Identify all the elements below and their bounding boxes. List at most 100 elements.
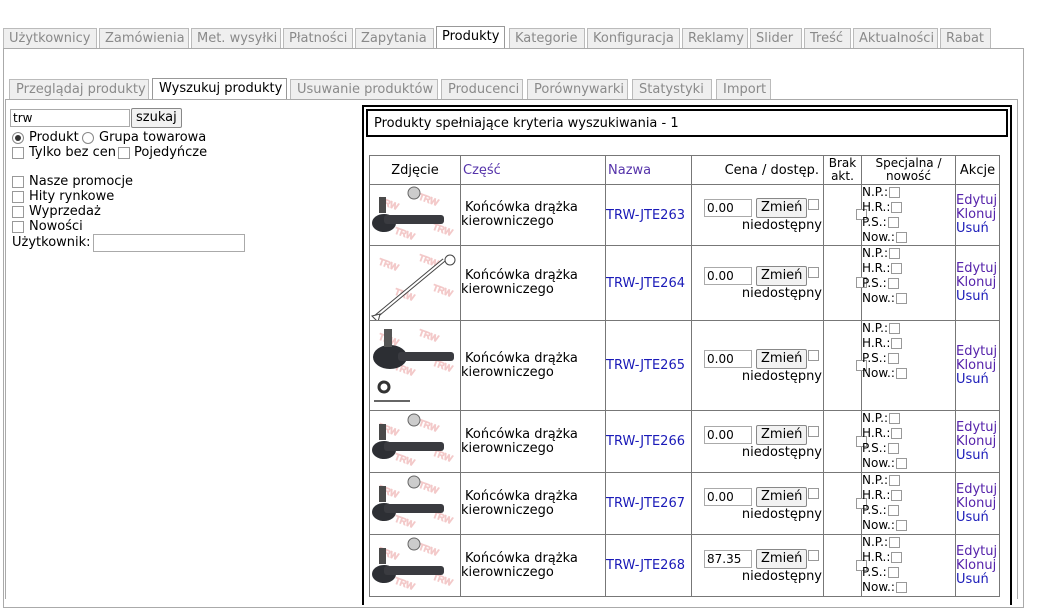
col-name[interactable]: Nazwa — [605, 155, 692, 185]
tab-5[interactable]: Produkty — [436, 26, 505, 49]
sub-tab-3[interactable]: Producenci — [441, 79, 523, 100]
availability-checkbox[interactable] — [808, 426, 819, 437]
special-checkbox[interactable] — [889, 413, 901, 424]
delete-link[interactable]: Usuń — [956, 222, 999, 236]
delete-link[interactable]: Usuń — [956, 510, 999, 525]
special-checkbox[interactable] — [889, 475, 901, 486]
product-image[interactable]: TRWTRWTRWTRW — [369, 410, 461, 473]
availability-checkbox[interactable] — [808, 550, 819, 561]
delete-link[interactable]: Usuń — [956, 372, 999, 387]
tab-2[interactable]: Met. wysyłki — [191, 28, 281, 48]
special-checkbox[interactable] — [889, 537, 901, 548]
product-name-link[interactable]: TRW-JTE268 — [606, 558, 685, 573]
special-checkbox[interactable] — [895, 232, 907, 243]
edit-link[interactable]: Edytuj — [956, 482, 999, 497]
product-name-link[interactable]: TRW-JTE264 — [606, 276, 685, 291]
search-input[interactable] — [10, 109, 130, 127]
special-checkbox[interactable] — [887, 505, 899, 516]
price-input[interactable] — [704, 488, 752, 506]
product-name-link[interactable]: TRW-JTE266 — [606, 434, 685, 449]
product-name-link[interactable]: TRW-JTE267 — [606, 496, 685, 511]
tab-11[interactable]: Aktualności — [853, 28, 938, 48]
delete-link[interactable]: Usuń — [956, 572, 999, 587]
clone-link[interactable]: Klonuj — [956, 358, 999, 373]
special-checkbox[interactable] — [891, 263, 903, 274]
edit-link[interactable]: Edytuj — [956, 262, 999, 276]
tab-8[interactable]: Reklamy — [682, 28, 748, 48]
search-button[interactable]: szukaj — [131, 108, 182, 128]
product-image[interactable]: TRWTRWTRWTRW — [369, 472, 461, 535]
special-checkbox[interactable] — [891, 490, 903, 501]
clone-link[interactable]: Klonuj — [956, 496, 999, 511]
special-checkbox[interactable] — [891, 552, 903, 563]
special-checkbox[interactable] — [889, 187, 901, 198]
edit-link[interactable]: Edytuj — [956, 544, 999, 559]
special-checkbox[interactable] — [895, 368, 907, 379]
tab-3[interactable]: Płatności — [283, 28, 353, 48]
sub-tab-4[interactable]: Porównywarki — [527, 79, 628, 100]
sub-tab-1[interactable]: Wyszukuj produkty — [152, 78, 287, 100]
sub-tab-5[interactable]: Statystyki — [632, 79, 712, 100]
product-name-link[interactable]: TRW-JTE265 — [606, 358, 685, 373]
sub-tab-2[interactable]: Usuwanie produktów — [290, 79, 438, 100]
availability-checkbox[interactable] — [808, 350, 819, 361]
sub-tab-6[interactable]: Import — [716, 79, 771, 100]
special-checkbox[interactable] — [887, 217, 899, 228]
change-button[interactable]: Zmień — [756, 549, 808, 569]
edit-link[interactable]: Edytuj — [956, 194, 999, 208]
clone-link[interactable]: Klonuj — [956, 276, 999, 290]
radio-group[interactable] — [82, 132, 94, 144]
change-button[interactable]: Zmień — [756, 487, 808, 507]
price-input[interactable] — [704, 267, 752, 285]
delete-link[interactable]: Usuń — [956, 448, 999, 463]
availability-checkbox[interactable] — [808, 199, 819, 210]
product-image[interactable]: TRWTRWTRWTRW — [369, 320, 461, 411]
change-button[interactable]: Zmień — [756, 266, 808, 286]
availability-checkbox[interactable] — [808, 488, 819, 499]
tab-9[interactable]: Slider — [750, 28, 802, 48]
tab-0[interactable]: Użytkownicy — [3, 28, 97, 48]
tab-4[interactable]: Zapytania — [355, 28, 434, 48]
filter-checkbox-sale[interactable] — [12, 206, 24, 218]
price-input[interactable] — [704, 350, 752, 368]
special-checkbox[interactable] — [889, 248, 901, 259]
change-button[interactable]: Zmień — [756, 349, 808, 369]
radio-product[interactable] — [12, 132, 24, 144]
special-checkbox[interactable] — [891, 202, 903, 213]
sub-tab-0[interactable]: Przeglądaj produkty — [9, 79, 149, 100]
tab-6[interactable]: Kategorie — [509, 28, 585, 48]
special-checkbox[interactable] — [887, 278, 899, 289]
special-checkbox[interactable] — [887, 443, 899, 454]
price-input[interactable] — [704, 550, 752, 568]
single-checkbox[interactable] — [118, 147, 130, 159]
col-part[interactable]: Część — [460, 155, 606, 185]
special-checkbox[interactable] — [895, 520, 907, 531]
special-checkbox[interactable] — [887, 353, 899, 364]
edit-link[interactable]: Edytuj — [956, 344, 999, 359]
tab-1[interactable]: Zamówienia — [99, 28, 189, 48]
user-input[interactable] — [93, 234, 245, 252]
special-checkbox[interactable] — [889, 323, 901, 334]
product-image[interactable]: TRWTRWTRWTRW — [369, 245, 461, 321]
filter-checkbox-promo[interactable] — [12, 176, 24, 188]
product-image[interactable]: TRWTRWTRWTRW — [369, 534, 461, 597]
delete-link[interactable]: Usuń — [956, 290, 999, 304]
special-checkbox[interactable] — [895, 582, 907, 593]
filter-checkbox-new[interactable] — [12, 221, 24, 233]
only-no-price-checkbox[interactable] — [12, 147, 24, 159]
special-checkbox[interactable] — [895, 458, 907, 469]
price-input[interactable] — [704, 426, 752, 444]
special-checkbox[interactable] — [891, 428, 903, 439]
change-button[interactable]: Zmień — [756, 198, 808, 218]
special-checkbox[interactable] — [895, 293, 907, 304]
special-checkbox[interactable] — [887, 567, 899, 578]
product-name-link[interactable]: TRW-JTE263 — [606, 208, 685, 223]
change-button[interactable]: Zmień — [756, 425, 808, 445]
availability-checkbox[interactable] — [808, 267, 819, 278]
clone-link[interactable]: Klonuj — [956, 434, 999, 449]
special-checkbox[interactable] — [891, 338, 903, 349]
tab-7[interactable]: Konfiguracja — [587, 28, 680, 48]
clone-link[interactable]: Klonuj — [956, 558, 999, 573]
price-input[interactable] — [704, 199, 752, 217]
tab-10[interactable]: Treść — [804, 28, 851, 48]
